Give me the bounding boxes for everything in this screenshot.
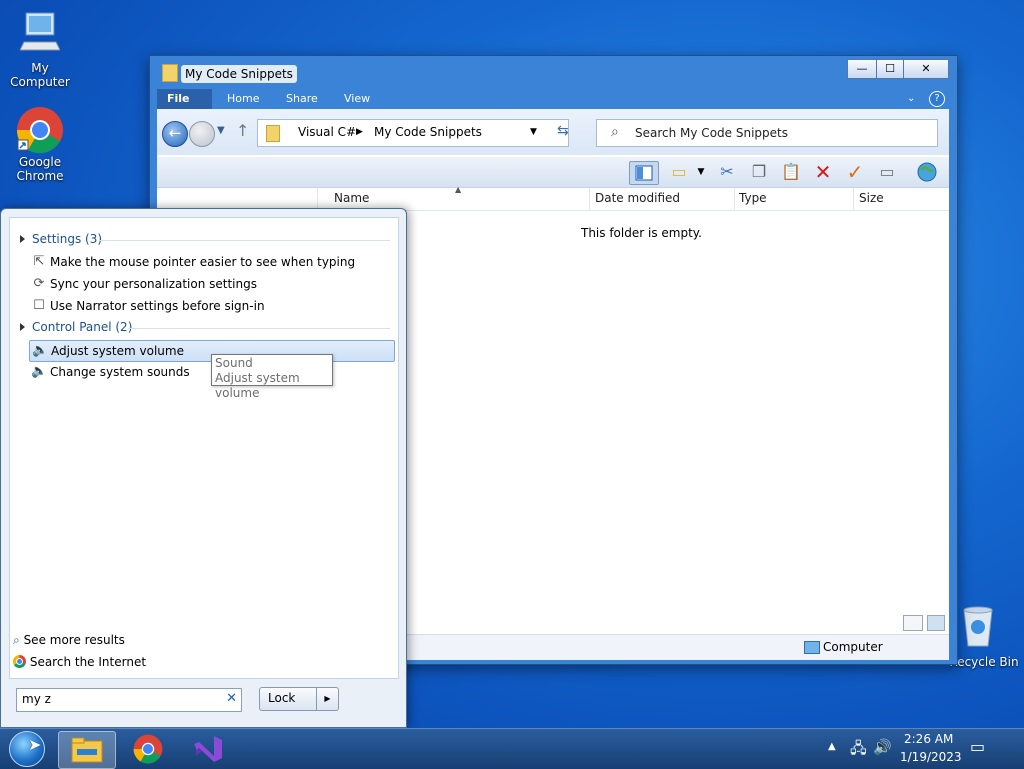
address-dropdown-icon[interactable]: ▼: [530, 127, 537, 137]
ribbon-tabs: File Home Share View ⌄ ?: [157, 87, 947, 109]
tooltip: Sound Adjust system volume: [211, 354, 333, 400]
clock-date[interactable]: 1/19/2023: [900, 750, 962, 764]
start-menu: Settings (3) ⇱ Make the mouse pointer ea…: [0, 208, 407, 728]
column-name[interactable]: Name: [334, 191, 369, 205]
forward-button[interactable]: [189, 121, 215, 147]
chrome-icon: [13, 655, 26, 668]
visual-studio-icon: [194, 736, 222, 762]
close-button[interactable]: ✕: [903, 59, 949, 79]
result-narrator-settings[interactable]: ☐ Use Narrator settings before sign-in: [29, 296, 393, 316]
breadcrumb-separator-icon[interactable]: ▶: [356, 127, 363, 137]
properties-icon[interactable]: ▭: [875, 161, 899, 183]
column-type[interactable]: Type: [739, 191, 767, 205]
back-button[interactable]: ←: [162, 121, 188, 147]
refresh-icon[interactable]: ⇆: [557, 123, 569, 139]
chrome-icon: [0, 106, 80, 157]
power-options-arrow-icon[interactable]: ▶: [316, 688, 338, 710]
folder-icon: [266, 125, 280, 142]
result-mouse-pointer[interactable]: ⇱ Make the mouse pointer easier to see w…: [29, 252, 393, 272]
breadcrumb-my-code-snippets[interactable]: My Code Snippets: [374, 125, 482, 139]
taskbar-visual-studio[interactable]: [180, 731, 236, 767]
search-the-internet-link[interactable]: Search the Internet: [13, 655, 146, 669]
cut-icon[interactable]: ✂: [715, 161, 739, 183]
new-folder-dropdown-icon[interactable]: ▼: [695, 161, 707, 183]
delete-icon[interactable]: ✕: [811, 161, 835, 183]
group-header-control-panel[interactable]: Control Panel (2): [20, 320, 132, 334]
preview-pane-icon[interactable]: [629, 161, 659, 185]
minimize-button[interactable]: —: [847, 59, 877, 79]
status-location: Computer: [823, 640, 883, 654]
computer-icon: [0, 10, 80, 57]
group-header-settings[interactable]: Settings (3): [20, 232, 102, 246]
speaker-icon: 🔈: [31, 364, 48, 379]
up-arrow-icon[interactable]: ↑: [236, 121, 249, 140]
mouse-pointer-icon: ⇱: [33, 254, 45, 269]
column-date-modified[interactable]: Date modified: [595, 191, 680, 205]
taskbar: ➤ ▲ 🖧 🔊 2:26 AM 1/19/2023 ▭: [0, 728, 1024, 769]
clear-search-icon[interactable]: ✕: [226, 691, 237, 706]
volume-icon[interactable]: 🔊: [873, 738, 892, 756]
desktop-icon-label: Google Chrome: [16, 155, 64, 183]
tooltip-description: Adjust system volume: [215, 371, 300, 400]
search-icon: ⌕: [611, 124, 619, 140]
maximize-button[interactable]: ☐: [876, 59, 904, 79]
taskbar-file-explorer[interactable]: [58, 731, 116, 769]
empty-folder-message: This folder is empty.: [581, 226, 702, 240]
chrome-icon: [133, 734, 163, 764]
navigation-bar: ← ▼ ↑ Visual C# ▶ My Code Snippets ▼ ⇆ ⌕…: [157, 109, 949, 155]
tab-file[interactable]: File: [157, 89, 212, 109]
network-icon[interactable]: 🖧: [850, 738, 867, 763]
command-toolbar: ▭ ▼ ✂ ❐ 📋 ✕ ✓ ▭: [157, 157, 949, 188]
tab-view[interactable]: View: [334, 89, 380, 109]
narrator-icon: ☐: [33, 298, 45, 313]
start-search-input[interactable]: my z ✕: [16, 688, 242, 712]
ribbon-expand-icon[interactable]: ⌄: [897, 89, 925, 109]
details-view-icon[interactable]: [903, 615, 923, 631]
search-value: my z: [22, 692, 51, 706]
new-folder-icon[interactable]: ▭: [667, 161, 691, 183]
result-sync-settings[interactable]: ⟳ Sync your personalization settings: [29, 274, 393, 294]
sort-indicator-icon: ▲: [455, 185, 462, 194]
lock-button[interactable]: Lock ▶: [259, 687, 339, 711]
large-icons-view-icon[interactable]: [927, 615, 945, 631]
desktop-icon-chrome[interactable]: Google Chrome: [0, 106, 80, 183]
copy-icon[interactable]: ❐: [747, 161, 771, 183]
folder-icon: [162, 64, 178, 82]
column-size[interactable]: Size: [859, 191, 884, 205]
search-input[interactable]: ⌕ Search My Code Snippets: [596, 119, 938, 147]
show-hidden-icons[interactable]: ▲: [828, 741, 836, 752]
search-placeholder: Search My Code Snippets: [635, 126, 788, 140]
desktop-icon-label: My Computer: [10, 61, 70, 89]
window-title: My Code Snippets: [181, 65, 297, 83]
tab-share[interactable]: Share: [276, 89, 328, 109]
help-icon[interactable]: ?: [929, 91, 945, 107]
taskbar-chrome[interactable]: [120, 731, 176, 767]
mouse-cursor-icon: ➤: [28, 735, 42, 754]
see-more-results-link[interactable]: ⌕ See more results: [13, 633, 125, 648]
tab-home[interactable]: Home: [217, 89, 269, 109]
rename-check-icon[interactable]: ✓: [843, 161, 867, 183]
computer-icon: [804, 641, 820, 654]
clock-time[interactable]: 2:26 AM: [904, 732, 953, 746]
paste-icon[interactable]: 📋: [779, 161, 803, 183]
speaker-icon: 🔈: [32, 343, 49, 358]
tooltip-title: Sound: [215, 356, 253, 370]
notifications-icon[interactable]: ▭: [970, 737, 985, 756]
recent-locations-dropdown-icon[interactable]: ▼: [217, 125, 225, 136]
search-results-panel: Settings (3) ⇱ Make the mouse pointer ea…: [9, 217, 399, 679]
globe-icon[interactable]: [915, 161, 939, 183]
address-bar[interactable]: Visual C# ▶ My Code Snippets ▼: [257, 119, 569, 147]
title-bar[interactable]: My Code Snippets — ☐ ✕: [150, 56, 957, 90]
file-explorer-icon: [71, 737, 103, 763]
desktop-icon-my-computer[interactable]: My Computer: [0, 10, 80, 89]
desktop-icon-label: Recycle Bin: [949, 655, 1019, 669]
search-icon: ⌕: [13, 633, 20, 647]
breadcrumb-visual-csharp[interactable]: Visual C#: [298, 125, 356, 139]
sync-icon: ⟳: [33, 276, 45, 291]
lock-label: Lock: [268, 691, 296, 705]
